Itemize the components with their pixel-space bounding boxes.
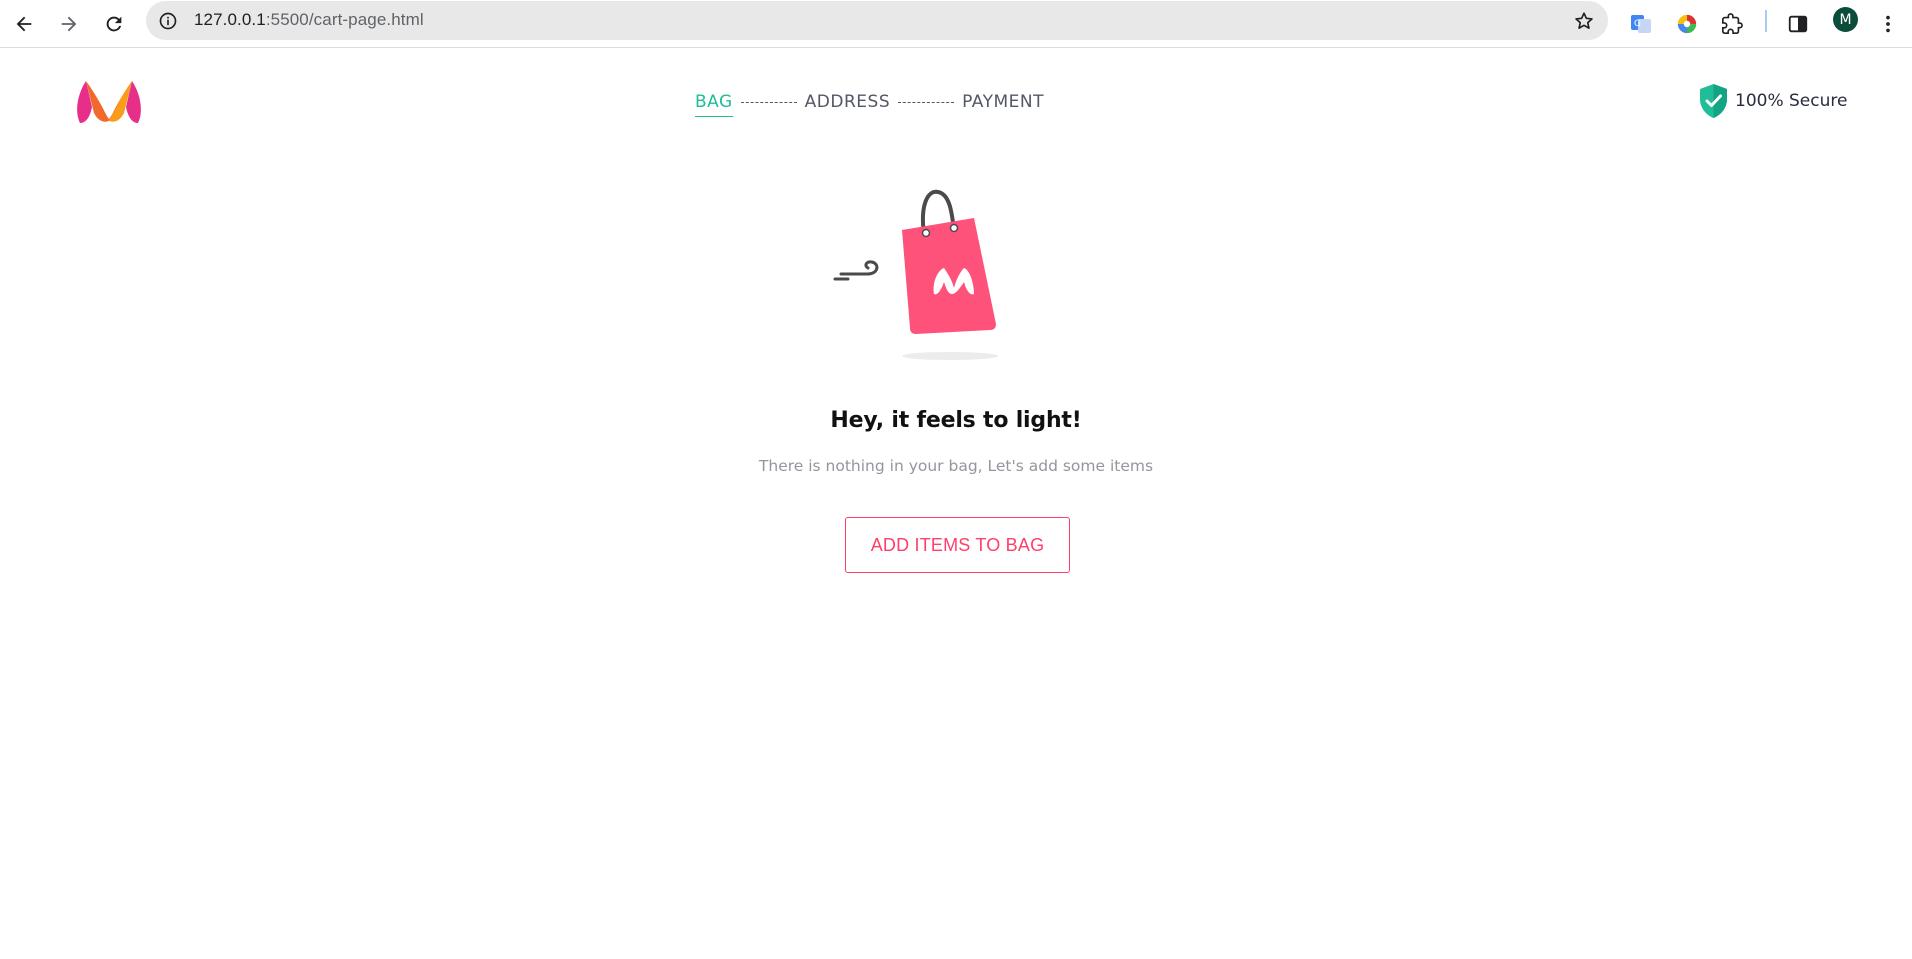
empty-bag-title: Hey, it feels to light!	[830, 408, 1082, 433]
forward-icon	[61, 16, 77, 32]
step-connector	[898, 101, 955, 103]
checkout-header: BAG ADDRESS PAYMENT 100% Secure	[0, 49, 1912, 153]
svg-text:G: G	[1634, 19, 1641, 29]
browser-menu-button[interactable]	[1870, 6, 1906, 42]
url-host: 127.0.0.1	[194, 10, 266, 29]
google-translate-extension[interactable]: G	[1623, 6, 1659, 42]
back-button[interactable]	[6, 6, 42, 42]
color-picker-extension[interactable]	[1669, 6, 1705, 42]
step-connector	[740, 101, 797, 103]
google-translate-icon: G	[1631, 15, 1651, 33]
secure-badge: 100% Secure	[1698, 83, 1847, 119]
reload-icon	[106, 16, 122, 32]
step-bag[interactable]: BAG	[695, 92, 733, 117]
add-items-to-bag-button[interactable]: ADD ITEMS TO BAG	[845, 517, 1070, 573]
profile-avatar[interactable]: M	[1833, 7, 1858, 32]
address-bar[interactable]: 127.0.0.1:5500/cart-page.html	[146, 1, 1608, 40]
color-picker-icon	[1677, 14, 1697, 34]
empty-bag-subtitle: There is nothing in your bag, Let's add …	[758, 457, 1154, 475]
step-address[interactable]: ADDRESS	[805, 92, 890, 116]
menu-kebab-icon	[1886, 15, 1890, 33]
reload-button[interactable]	[96, 6, 132, 42]
extensions-puzzle-icon	[1722, 13, 1743, 34]
side-panel-icon	[1788, 15, 1808, 33]
checkout-steps: BAG ADDRESS PAYMENT	[695, 89, 1044, 119]
url-path: :5500/cart-page.html	[265, 10, 424, 29]
step-payment[interactable]: PAYMENT	[962, 92, 1044, 116]
site-info-icon[interactable]	[156, 9, 180, 33]
secure-text: 100% Secure	[1735, 91, 1848, 111]
back-icon	[16, 16, 32, 32]
shield-check-icon	[1700, 84, 1727, 118]
empty-bag-illustration	[833, 189, 998, 360]
browser-toolbar: 127.0.0.1:5500/cart-page.html G M	[0, 0, 1912, 48]
extensions-button[interactable]	[1714, 6, 1750, 42]
side-panel-button[interactable]	[1780, 6, 1816, 42]
myntra-logo[interactable]	[74, 77, 144, 125]
forward-button[interactable]	[51, 6, 87, 42]
bookmark-star-icon[interactable]	[1572, 9, 1596, 33]
url-text[interactable]: 127.0.0.1:5500/cart-page.html	[194, 10, 424, 30]
toolbar-divider	[1765, 10, 1767, 32]
